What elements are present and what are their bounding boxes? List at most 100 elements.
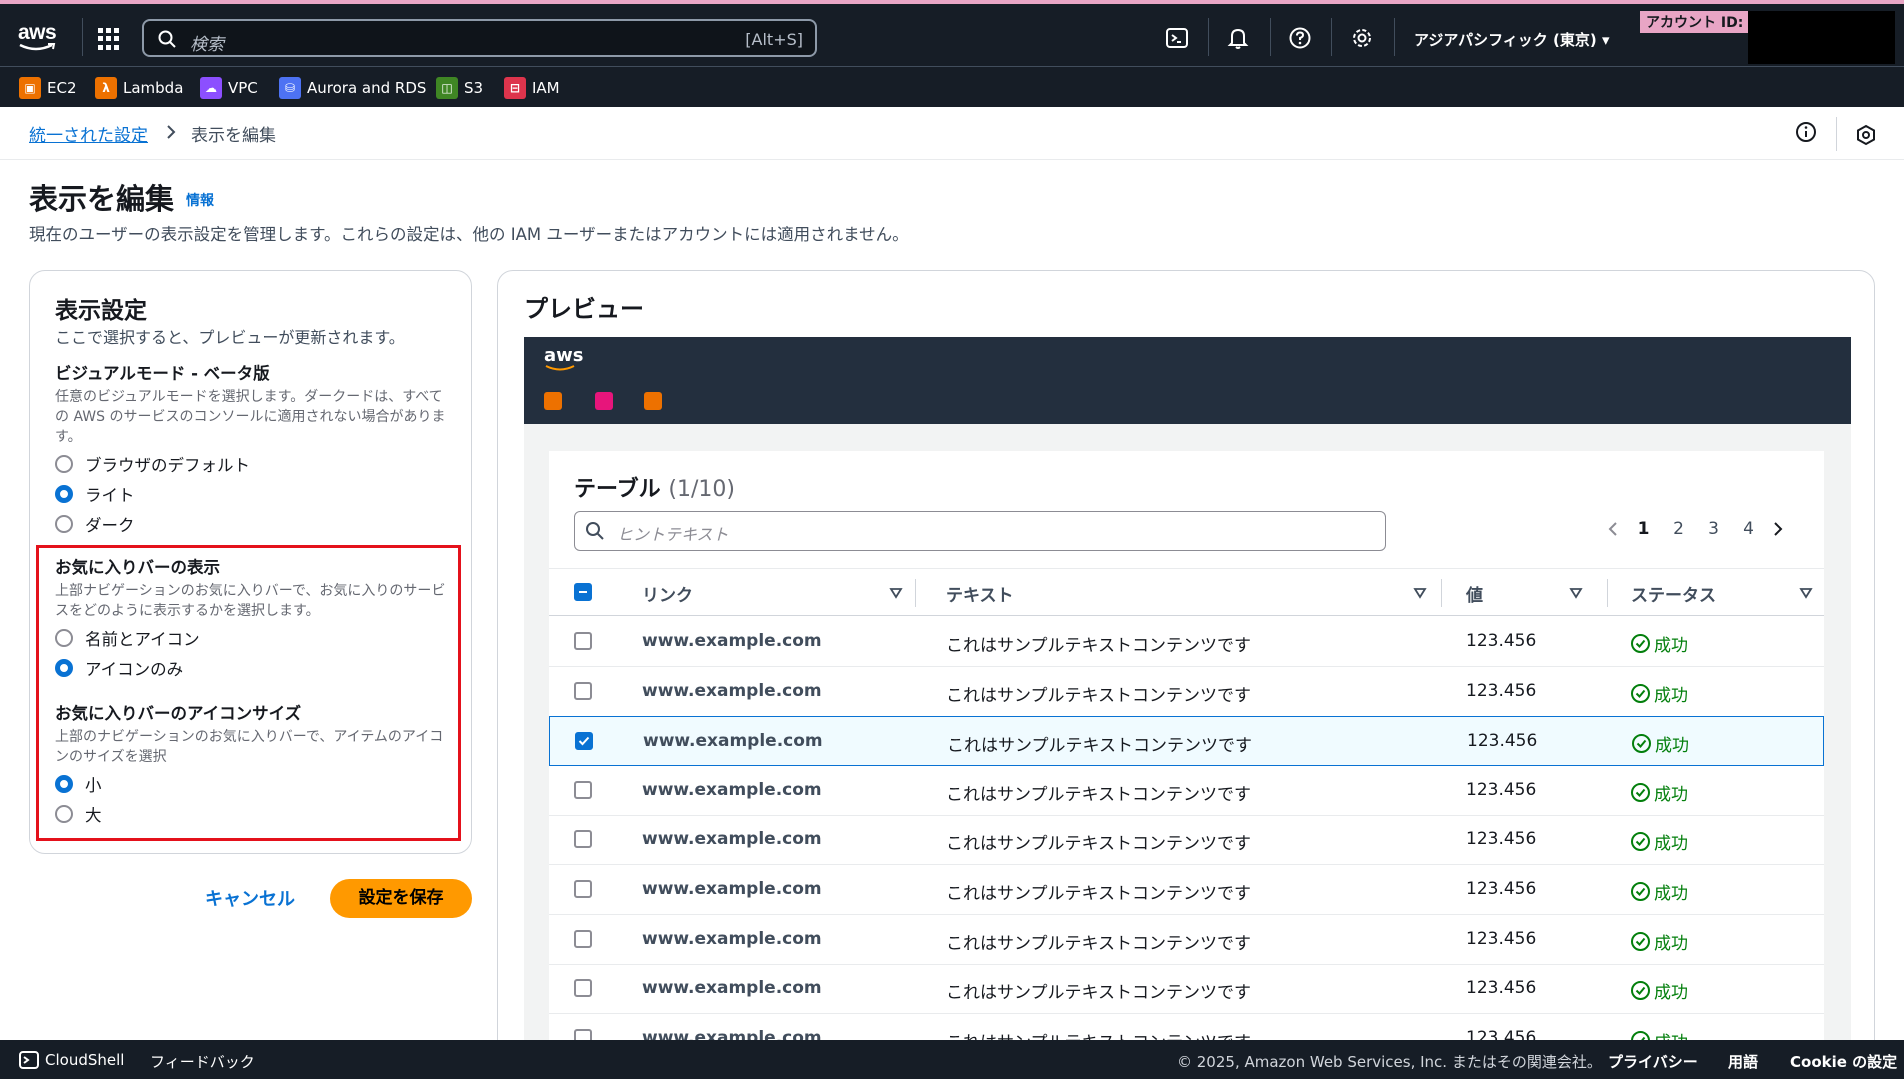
- table-header: リンク テキスト 値 ステータス: [549, 568, 1824, 616]
- table-row[interactable]: www.example.com これはサンプルテキストコンテンツです 123.456…: [549, 667, 1824, 717]
- row-checkbox[interactable]: [574, 681, 592, 700]
- top-navigation: aws 検索 [Alt+S] アジアパシフィック (東京) ▾ アカウント ID…: [0, 0, 1904, 66]
- table-row[interactable]: www.example.com これはサンプルテキストコンテンツです 123.456…: [549, 815, 1824, 866]
- row-link[interactable]: www.example.com: [642, 829, 822, 849]
- success-check-icon: [1631, 634, 1650, 653]
- sort-caret-icon[interactable]: [1799, 587, 1813, 599]
- row-status: 成功: [1631, 879, 1688, 904]
- page-2[interactable]: 2: [1661, 519, 1696, 539]
- table-row[interactable]: www.example.com これはサンプルテキストコンテンツです 123.456…: [549, 964, 1824, 1015]
- radio-dark[interactable]: ダーク: [55, 509, 455, 539]
- cloudshell-link[interactable]: CloudShell: [45, 1051, 124, 1069]
- info-link[interactable]: 情報: [186, 190, 214, 210]
- favorite-vpc[interactable]: ☁ VPC: [200, 77, 258, 99]
- favorite-iam[interactable]: ⊟ IAM: [504, 77, 560, 99]
- row-link[interactable]: www.example.com: [642, 879, 822, 899]
- page-4[interactable]: 4: [1731, 519, 1766, 539]
- divider: [1208, 18, 1209, 56]
- preview-content: テーブル (1/10) ヒントテキスト 1 2 3 4 リンク テキスト 値 ス…: [524, 424, 1851, 1059]
- table-row[interactable]: www.example.com これはサンプルテキストコンテンツです 123.456…: [549, 766, 1824, 816]
- row-checkbox[interactable]: [574, 929, 592, 948]
- help-icon[interactable]: [1288, 26, 1312, 50]
- pagination: 1 2 3 4: [1602, 519, 1790, 539]
- row-link[interactable]: www.example.com: [642, 978, 822, 998]
- table-row[interactable]: www.example.com これはサンプルテキストコンテンツです 123.456…: [549, 716, 1824, 767]
- row-text: これはサンプルテキストコンテンツです: [946, 685, 1251, 706]
- column-header-value[interactable]: 値: [1466, 581, 1483, 606]
- row-checkbox[interactable]: [574, 632, 592, 650]
- row-text: これはサンプルテキストコンテンツです: [946, 834, 1251, 855]
- row-link[interactable]: www.example.com: [642, 681, 822, 701]
- row-status: 成功: [1632, 731, 1689, 756]
- search-input[interactable]: 検索 [Alt+S]: [142, 19, 817, 57]
- chevron-left-icon[interactable]: [1602, 519, 1626, 539]
- notifications-bell-icon[interactable]: [1226, 26, 1250, 50]
- preview-aws-logo: aws: [544, 345, 584, 371]
- cloudshell-icon[interactable]: [19, 1050, 39, 1070]
- cloudshell-icon[interactable]: [1165, 26, 1189, 50]
- account-id-label[interactable]: アカウント ID:: [1640, 11, 1750, 33]
- settings-gear-icon[interactable]: [1350, 26, 1374, 50]
- favorite-s3[interactable]: ◫ S3: [436, 77, 483, 99]
- table-row[interactable]: www.example.com これはサンプルテキストコンテンツです 123.456…: [549, 865, 1824, 915]
- sort-caret-icon[interactable]: [1413, 587, 1427, 599]
- tutorial-panel-icon[interactable]: [1855, 124, 1877, 146]
- page-1[interactable]: 1: [1626, 519, 1661, 539]
- save-settings-button[interactable]: 設定を保存: [330, 879, 472, 918]
- page-title: 表示を編集: [29, 182, 175, 216]
- chevron-right-icon[interactable]: [1766, 519, 1790, 539]
- row-link[interactable]: www.example.com: [642, 929, 822, 949]
- breadcrumb-current: 表示を編集: [191, 126, 276, 146]
- sort-caret-icon[interactable]: [1569, 587, 1583, 599]
- preview-navbar: aws: [524, 337, 1851, 424]
- row-value: 123.456: [1466, 978, 1537, 999]
- column-divider[interactable]: [1441, 579, 1442, 607]
- favorite-aurora-rds[interactable]: ⛁ Aurora and RDS: [279, 77, 426, 99]
- row-link[interactable]: www.example.com: [643, 731, 823, 751]
- radio-circle[interactable]: [55, 455, 73, 473]
- breadcrumb-link-unified-settings[interactable]: 統一された設定: [29, 121, 148, 146]
- cancel-button[interactable]: キャンセル: [205, 885, 295, 911]
- divider: [82, 18, 83, 56]
- column-header-link[interactable]: リンク: [642, 581, 693, 606]
- iam-icon: ⊟: [504, 77, 526, 99]
- column-divider[interactable]: [915, 579, 916, 607]
- chevron-right-icon: [167, 125, 176, 139]
- privacy-link[interactable]: プライバシー: [1608, 1051, 1698, 1072]
- cookie-settings-link[interactable]: Cookie の設定: [1790, 1051, 1897, 1072]
- row-link[interactable]: www.example.com: [642, 631, 822, 651]
- success-check-icon: [1631, 683, 1650, 703]
- row-checkbox[interactable]: [574, 880, 592, 898]
- row-checkbox[interactable]: [575, 732, 593, 751]
- column-divider[interactable]: [1607, 579, 1608, 607]
- row-checkbox[interactable]: [574, 830, 592, 849]
- column-header-status[interactable]: ステータス: [1631, 581, 1716, 606]
- select-all-checkbox[interactable]: [574, 583, 592, 601]
- radio-light[interactable]: ライト: [55, 479, 455, 509]
- row-checkbox[interactable]: [574, 979, 592, 998]
- radio-browser-default[interactable]: ブラウザのデフォルト: [55, 449, 455, 479]
- row-text: これはサンプルテキストコンテンツです: [946, 933, 1251, 954]
- sort-caret-icon[interactable]: [889, 587, 903, 599]
- row-value: 123.456: [1466, 779, 1537, 800]
- row-link[interactable]: www.example.com: [642, 780, 822, 800]
- favorite-lambda[interactable]: λ Lambda: [95, 77, 183, 99]
- row-text: これはサンプルテキストコンテンツです: [946, 784, 1251, 805]
- favorite-ec2[interactable]: ▣ EC2: [19, 77, 77, 99]
- row-status: 成功: [1631, 829, 1688, 854]
- region-selector[interactable]: アジアパシフィック (東京) ▾: [1414, 29, 1610, 50]
- feedback-link[interactable]: フィードバック: [150, 1051, 255, 1072]
- table-row[interactable]: www.example.com これはサンプルテキストコンテンツです 123.456…: [549, 915, 1824, 965]
- smile-icon: [545, 365, 575, 371]
- row-checkbox[interactable]: [574, 780, 592, 799]
- radio-circle[interactable]: [55, 515, 73, 533]
- terms-link[interactable]: 用語: [1728, 1051, 1758, 1072]
- page-3[interactable]: 3: [1696, 519, 1731, 539]
- column-header-text[interactable]: テキスト: [946, 581, 1014, 606]
- services-menu-icon[interactable]: [98, 28, 120, 50]
- aws-logo[interactable]: aws: [18, 22, 62, 56]
- radio-circle-selected[interactable]: [55, 485, 73, 503]
- table-row[interactable]: www.example.com これはサンプルテキストコンテンツです 123.456…: [549, 617, 1824, 667]
- table-filter-input[interactable]: ヒントテキスト: [574, 511, 1386, 551]
- info-panel-icon[interactable]: [1795, 121, 1817, 143]
